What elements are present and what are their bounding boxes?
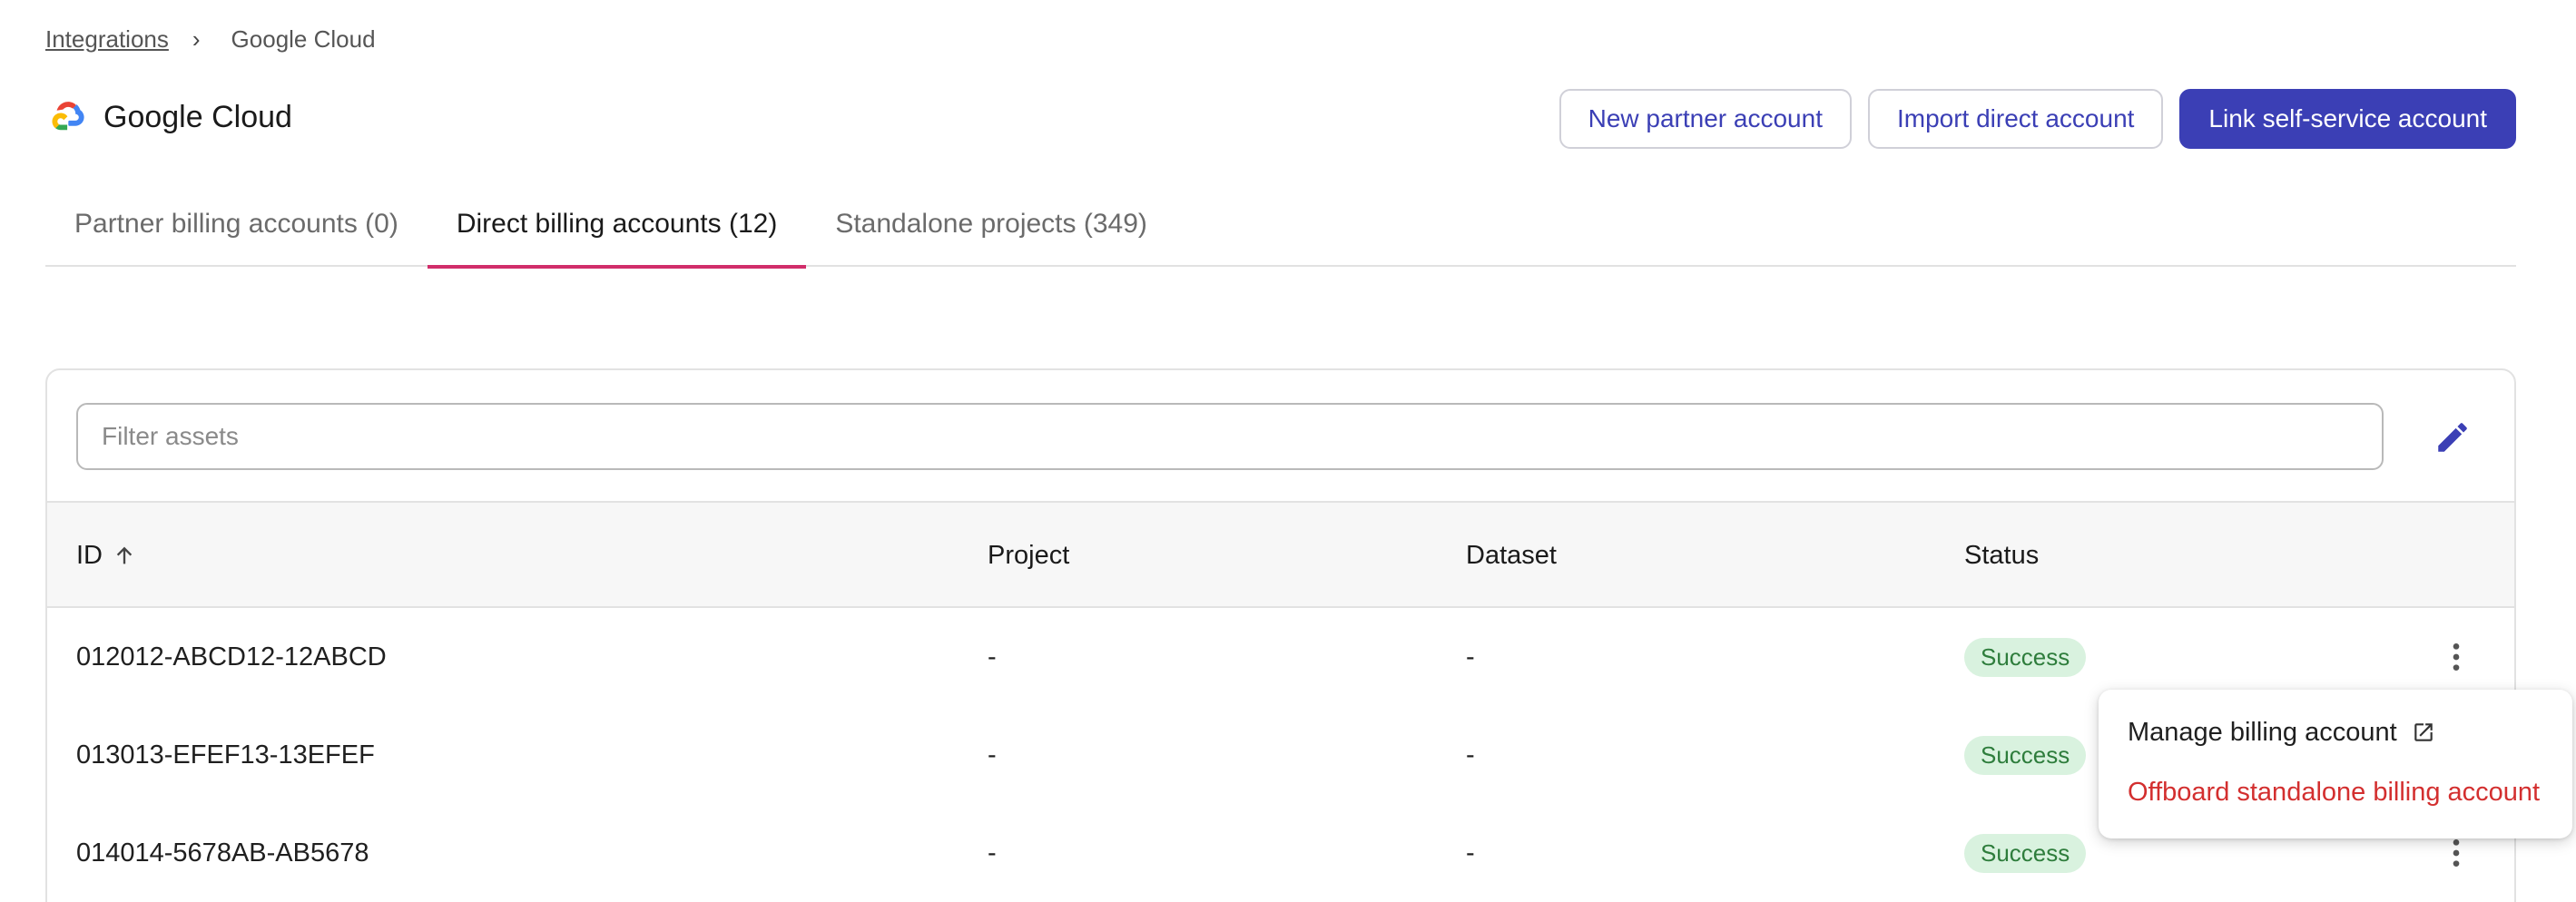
edit-columns-button[interactable] bbox=[2431, 416, 2474, 459]
manage-billing-account-menu-item[interactable]: Manage billing account bbox=[2099, 702, 2572, 762]
column-header-project[interactable]: Project bbox=[988, 503, 1069, 608]
offboard-billing-account-menu-item[interactable]: Offboard standalone billing account bbox=[2099, 762, 2572, 822]
status-badge: Success bbox=[1964, 637, 2087, 677]
tab-direct-billing-accounts[interactable]: Direct billing accounts (12) bbox=[427, 181, 807, 269]
tab-partner-billing-accounts[interactable]: Partner billing accounts (0) bbox=[45, 181, 428, 267]
cell-dataset: - bbox=[1466, 642, 1475, 672]
filter-row bbox=[47, 370, 2514, 503]
column-header-dataset[interactable]: Dataset bbox=[1466, 503, 1557, 608]
page-title: Google Cloud bbox=[103, 99, 292, 134]
import-direct-account-button[interactable]: Import direct account bbox=[1867, 89, 2164, 149]
status-badge: Success bbox=[1964, 833, 2087, 873]
cell-id: 012012-ABCD12-12ABCD bbox=[76, 642, 387, 672]
breadcrumb: Integrations › Google Cloud bbox=[45, 25, 376, 54]
column-header-id[interactable]: ID bbox=[76, 503, 137, 608]
external-link-icon bbox=[2414, 723, 2433, 741]
more-vertical-icon bbox=[2453, 643, 2460, 671]
pencil-icon bbox=[2438, 423, 2467, 452]
filter-assets-input[interactable] bbox=[76, 403, 2384, 470]
cell-status: Success bbox=[1964, 608, 2087, 706]
more-vertical-icon bbox=[2453, 839, 2460, 867]
column-header-id-label: ID bbox=[76, 540, 103, 570]
tab-standalone-projects[interactable]: Standalone projects (349) bbox=[806, 181, 1176, 267]
cell-id: 014014-5678AB-AB5678 bbox=[76, 838, 369, 868]
cell-status: Success bbox=[1964, 706, 2087, 804]
page: Integrations › Google Cloud Google Cloud… bbox=[0, 0, 2576, 902]
link-self-service-account-button[interactable]: Link self-service account bbox=[2179, 89, 2516, 149]
breadcrumb-current: Google Cloud bbox=[231, 25, 376, 53]
tab-bar: Partner billing accounts (0) Direct bill… bbox=[45, 181, 2516, 269]
header-actions: New partner account Import direct accoun… bbox=[1558, 89, 2516, 149]
cell-project: - bbox=[988, 642, 997, 672]
breadcrumb-integrations-link[interactable]: Integrations bbox=[45, 25, 169, 54]
manage-billing-account-label: Manage billing account bbox=[2128, 717, 2397, 747]
row-context-menu: Manage billing account Offboard standalo… bbox=[2099, 690, 2572, 838]
cell-status: Success bbox=[1964, 804, 2087, 902]
cell-project: - bbox=[988, 740, 997, 770]
cell-project: - bbox=[988, 838, 997, 868]
row-menu-button[interactable] bbox=[2434, 635, 2478, 679]
page-header: Google Cloud bbox=[45, 95, 292, 139]
arrow-up-icon bbox=[116, 546, 133, 564]
new-partner-account-button[interactable]: New partner account bbox=[1558, 89, 1852, 149]
column-header-status[interactable]: Status bbox=[1964, 503, 2039, 608]
status-badge: Success bbox=[1964, 735, 2087, 775]
cell-dataset: - bbox=[1466, 838, 1475, 868]
table-header: ID Project Dataset Status bbox=[47, 503, 2514, 608]
breadcrumb-separator-icon: › bbox=[192, 25, 201, 53]
cell-id: 013013-EFEF13-13EFEF bbox=[76, 740, 375, 770]
cell-dataset: - bbox=[1466, 740, 1475, 770]
google-cloud-logo-icon bbox=[52, 102, 84, 131]
